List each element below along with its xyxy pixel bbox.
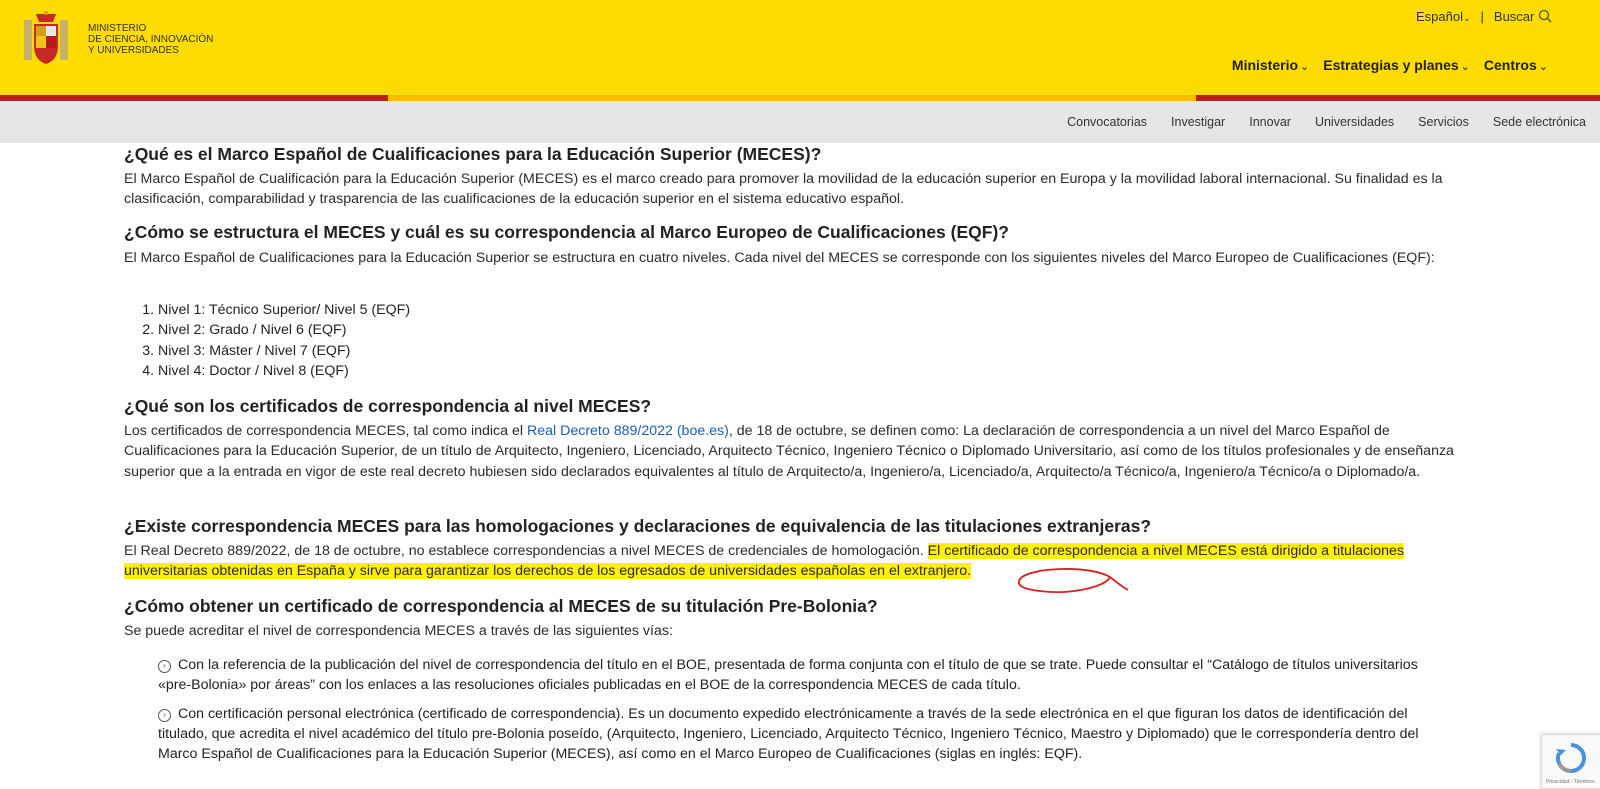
paragraph-estructura-meces: El Marco Español de Cualificaciones para…: [124, 250, 1435, 266]
main-nav: Ministerio ⌄ Estrategias y planes ⌄ Centro…: [1232, 57, 1548, 73]
paragraph-certificados: Los certificados de correspondencia MECE…: [124, 423, 1454, 480]
subnav-sede-electronica[interactable]: Sede electrónica: [1493, 115, 1586, 129]
heading-estructura-meces: ¿Cómo se estructura el MECES y cuál es s…: [124, 222, 1009, 242]
ministry-name: MINISTERIO DE CIENCIA, INNOVACIÓN Y UNIV…: [88, 22, 214, 56]
chevron-down-icon: ⌄: [1300, 61, 1310, 73]
recaptcha-terms[interactable]: Privacidad - Términos: [1546, 779, 1595, 785]
nav-item-estrategias[interactable]: Estrategias y planes ⌄: [1323, 57, 1470, 73]
separator: |: [1480, 9, 1484, 24]
paragraph-que-es-meces: El Marco Español de Cualificación para l…: [124, 171, 1443, 208]
real-decreto-link[interactable]: Real Decreto 889/2022 (boe.es): [527, 423, 729, 439]
chevron-down-icon: ⌄: [1538, 61, 1548, 73]
site-header: MINISTERIO DE CIENCIA, INNOVACIÓN Y UNIV…: [0, 0, 1600, 95]
paragraph-pre-bolonia: Se puede acreditar el nivel de correspon…: [124, 623, 673, 639]
levels-list: Nivel 1: Técnico Superior/ Nivel 5 (EQF)…: [124, 300, 410, 381]
options-list: › Con la referencia de la publicación del…: [158, 655, 1454, 772]
list-item: › Con la referencia de la publicación del…: [158, 657, 1418, 694]
chevron-right-circle-icon: ›: [158, 708, 171, 722]
language-selector[interactable]: Español⌄: [1416, 9, 1471, 24]
subnav-investigar[interactable]: Investigar: [1171, 115, 1225, 129]
chevron-right-circle-icon: ›: [158, 660, 171, 673]
utility-nav: Español⌄ | Buscar: [1416, 9, 1552, 24]
subnav-innovar[interactable]: Innovar: [1249, 115, 1291, 129]
nav-item-centros[interactable]: Centros ⌄: [1484, 57, 1548, 73]
subnav-universidades[interactable]: Universidades: [1315, 115, 1394, 129]
coat-of-arms-icon: [24, 11, 68, 64]
heading-que-es-meces: ¿Qué es el Marco Español de Cualificacio…: [124, 144, 822, 164]
list-item: Nivel 1: Técnico Superior/ Nivel 5 (EQF): [158, 300, 410, 320]
recaptcha-icon: [1556, 743, 1586, 773]
heading-pre-bolonia: ¿Cómo obtener un certificado de correspo…: [124, 596, 878, 616]
list-item: Nivel 3: Máster / Nivel 7 (EQF): [158, 341, 410, 361]
sub-nav: Convocatorias Investigar Innovar Univers…: [0, 101, 1600, 143]
chevron-down-icon: ⌄: [1460, 61, 1470, 73]
subnav-servicios[interactable]: Servicios: [1418, 115, 1469, 129]
list-item: Nivel 4: Doctor / Nivel 8 (EQF): [158, 361, 410, 381]
paragraph-homologaciones: El Real Decreto 889/2022, de 18 de octub…: [124, 543, 1404, 580]
ministry-logo[interactable]: MINISTERIO DE CIENCIA, INNOVACIÓN Y UNIV…: [18, 10, 213, 68]
heading-homologaciones: ¿Existe correspondencia MECES para las h…: [124, 516, 1152, 536]
nav-item-ministerio[interactable]: Ministerio ⌄: [1232, 57, 1309, 73]
list-item: › Con certificación personal electrónica …: [158, 705, 1419, 763]
heading-certificados: ¿Qué son los certificados de corresponde…: [124, 396, 652, 416]
subnav-convocatorias[interactable]: Convocatorias: [1067, 115, 1147, 129]
search-link[interactable]: Buscar: [1494, 9, 1552, 24]
search-icon: [1538, 9, 1552, 23]
list-item: Nivel 2: Grado / Nivel 6 (EQF): [158, 320, 410, 340]
recaptcha-badge[interactable]: Privacidad - Términos: [1541, 734, 1600, 789]
